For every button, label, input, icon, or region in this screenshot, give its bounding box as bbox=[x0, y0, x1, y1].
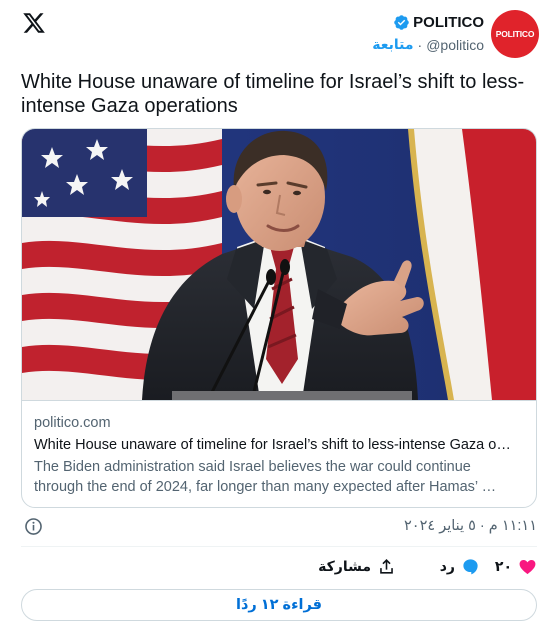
link-title: White House unaware of timeline for Isra… bbox=[34, 437, 511, 453]
info-icon[interactable] bbox=[24, 517, 43, 536]
separator-dot: · bbox=[417, 36, 423, 53]
author-name: POLITICO bbox=[413, 14, 484, 31]
tweet-timestamp[interactable]: ١١:١١ م · ٥ يناير ٢٠٢٤ bbox=[404, 518, 537, 534]
handle-row: متابعة · @politico bbox=[372, 36, 484, 53]
link-description-line-1: The Biden administration said Israel bel… bbox=[34, 459, 471, 475]
link-preview-card[interactable]: politico.com White House unaware of time… bbox=[21, 128, 537, 508]
verified-badge-icon bbox=[394, 15, 409, 30]
follow-link[interactable]: متابعة bbox=[372, 36, 413, 53]
article-photo[interactable] bbox=[22, 129, 536, 400]
read-replies-button[interactable]: قراءة ١٢ ردًا bbox=[21, 589, 537, 621]
avatar-label: POLITICO bbox=[495, 29, 535, 39]
link-domain: politico.com bbox=[34, 415, 111, 431]
divider bbox=[21, 546, 537, 547]
reply-label: رد bbox=[439, 558, 455, 574]
action-bar: ٢٠ رد مشاركة bbox=[21, 557, 537, 579]
reply-button[interactable]: رد bbox=[440, 557, 480, 576]
share-button[interactable]: مشاركة bbox=[318, 557, 396, 576]
x-logo-icon[interactable] bbox=[22, 11, 46, 35]
tweet-text: White House unaware of timeline for Isra… bbox=[21, 71, 525, 117]
reply-bubble-icon bbox=[463, 559, 478, 575]
like-button[interactable]: ٢٠ bbox=[495, 557, 537, 576]
share-icon bbox=[380, 559, 393, 574]
author-name-row[interactable]: POLITICO bbox=[393, 14, 484, 31]
tweet-embed: POLITICO POLITICO متابعة · @politico Whi… bbox=[0, 0, 553, 634]
link-card-body[interactable]: politico.com White House unaware of time… bbox=[22, 400, 536, 507]
avatar[interactable]: POLITICO bbox=[491, 10, 539, 58]
link-description-line-2: through the end of 2024, far longer than… bbox=[34, 479, 497, 495]
link-description: The Biden administration said Israel bel… bbox=[34, 457, 524, 497]
heart-icon bbox=[519, 560, 536, 575]
author-handle[interactable]: @politico bbox=[426, 37, 484, 53]
like-count: ٢٠ bbox=[494, 558, 512, 574]
share-label: مشاركة bbox=[318, 558, 371, 574]
